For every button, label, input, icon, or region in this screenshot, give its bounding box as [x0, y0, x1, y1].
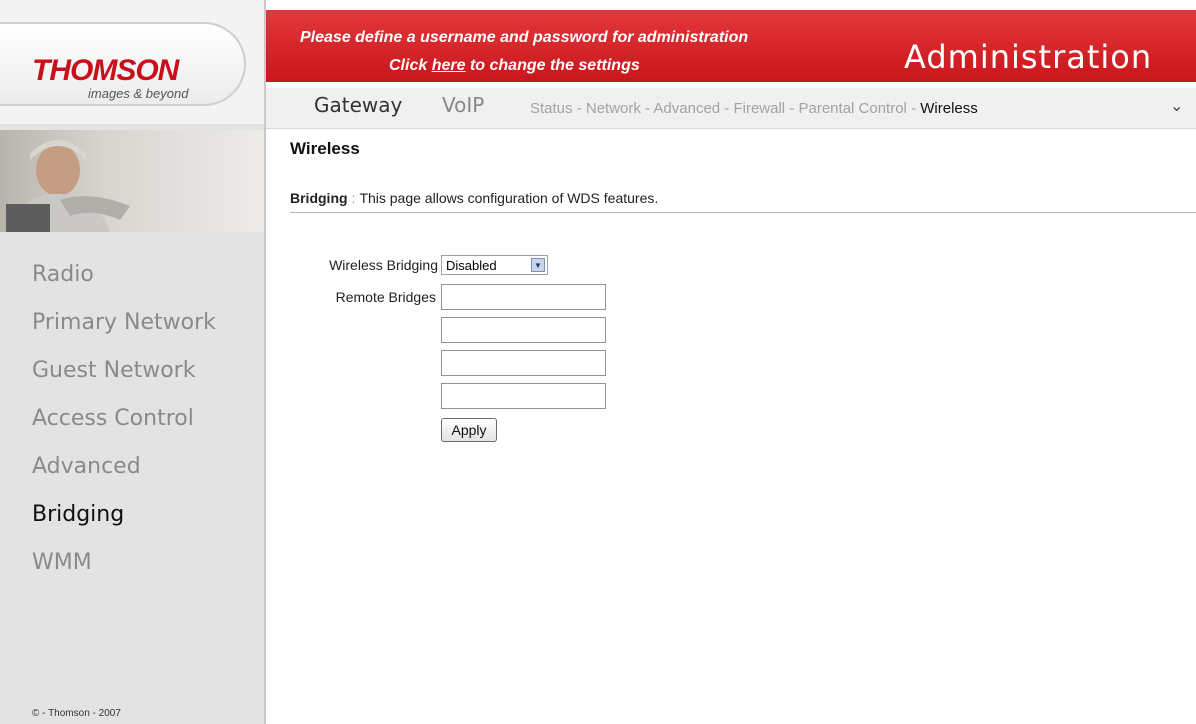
remote-bridges-label: Remote Bridges: [335, 289, 436, 305]
sidebar-item-guest-network[interactable]: Guest Network: [32, 354, 216, 402]
page-section-title: Administration: [904, 38, 1153, 76]
page-description: Bridging: This page allows configuration …: [290, 190, 658, 206]
user-photo: [0, 130, 264, 232]
admin-warning-prefix: Click: [389, 57, 428, 74]
tab-gateway[interactable]: Gateway: [314, 93, 402, 117]
tab-voip[interactable]: VoIP: [442, 93, 484, 117]
sidebar-nav: Radio Primary Network Guest Network Acce…: [32, 258, 216, 594]
man-with-laptop-image: [6, 140, 130, 232]
sidebar-item-radio[interactable]: Radio: [32, 258, 216, 306]
sidebar-item-primary-network[interactable]: Primary Network: [32, 306, 216, 354]
admin-warning-line1: Please define a username and password fo…: [300, 29, 749, 46]
subtab-firewall[interactable]: Firewall: [733, 100, 785, 117]
divider: [290, 212, 1196, 213]
subtab-separator: -: [789, 100, 795, 117]
subtab-separator: -: [576, 100, 582, 117]
apply-button[interactable]: Apply: [441, 418, 497, 442]
sub-nav: Status - Network - Advanced - Firewall -…: [530, 100, 978, 117]
admin-warning-suffix: to change the settings: [469, 57, 640, 74]
subtab-separator: -: [911, 100, 917, 117]
page-title: Wireless: [290, 139, 360, 158]
chevron-down-icon[interactable]: ⌄: [1170, 96, 1183, 116]
description-label: Bridging: [290, 190, 348, 206]
subtab-separator: -: [645, 100, 651, 117]
wireless-bridging-value: Disabled: [446, 258, 497, 273]
description-text: This page allows configuration of WDS fe…: [359, 190, 659, 206]
header-banner: Please define a username and password fo…: [266, 10, 1196, 82]
subtab-wireless[interactable]: Wireless: [920, 100, 978, 117]
top-nav: Gateway VoIP Status - Network - Advanced…: [266, 88, 1196, 129]
admin-warning-line2: Click here to change the settings: [389, 57, 640, 75]
remote-bridge-input-3[interactable]: [441, 350, 606, 376]
sidebar-item-wmm[interactable]: WMM: [32, 546, 216, 594]
logo-area: THOMSON images & beyond: [0, 0, 264, 124]
copyright: © - Thomson - 2007: [32, 708, 121, 719]
sidebar-item-bridging[interactable]: Bridging: [32, 498, 216, 546]
sidebar-item-access-control[interactable]: Access Control: [32, 402, 216, 450]
logo-tagline: images & beyond: [88, 86, 189, 101]
subtab-network[interactable]: Network: [586, 100, 641, 117]
remote-bridge-input-4[interactable]: [441, 383, 606, 409]
chevron-down-icon[interactable]: ▼: [531, 258, 545, 272]
remote-bridge-input-2[interactable]: [441, 317, 606, 343]
wireless-bridging-select[interactable]: Disabled ▼: [441, 255, 548, 275]
subtab-status[interactable]: Status: [530, 100, 573, 117]
subtab-advanced[interactable]: Advanced: [653, 100, 720, 117]
subtab-separator: -: [724, 100, 730, 117]
subtab-parental-control[interactable]: Parental Control: [799, 100, 907, 117]
wireless-bridging-label: Wireless Bridging: [329, 257, 438, 273]
thomson-logo[interactable]: THOMSON: [32, 54, 179, 88]
sidebar: THOMSON images & beyond Radio Primary Ne…: [0, 0, 266, 724]
remote-bridge-input-1[interactable]: [441, 284, 606, 310]
description-separator: :: [351, 190, 356, 206]
sidebar-item-advanced[interactable]: Advanced: [32, 450, 216, 498]
change-settings-link[interactable]: here: [432, 57, 466, 74]
